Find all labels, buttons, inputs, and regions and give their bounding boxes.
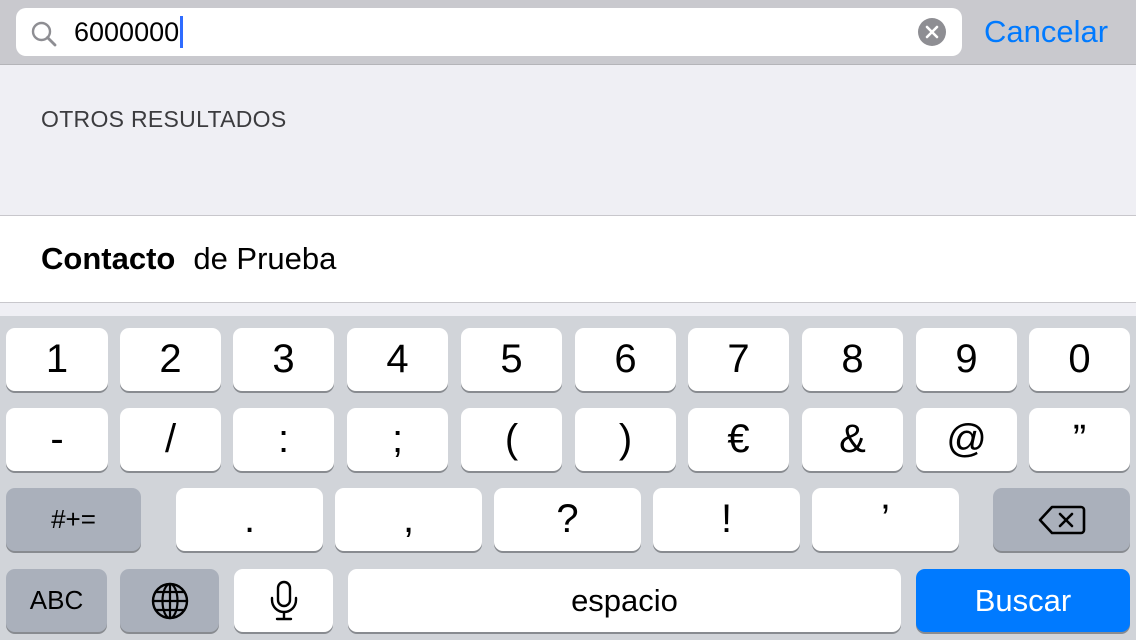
key-6[interactable]: 6: [575, 328, 676, 391]
key-4[interactable]: 4: [347, 328, 448, 391]
key-question[interactable]: ?: [494, 488, 641, 551]
delete-key[interactable]: [993, 488, 1130, 551]
key-0[interactable]: 0: [1029, 328, 1130, 391]
key-2[interactable]: 2: [120, 328, 221, 391]
microphone-icon: [269, 580, 299, 622]
cancel-button[interactable]: Cancelar: [984, 10, 1108, 54]
clear-icon[interactable]: [918, 18, 946, 46]
key-slash[interactable]: /: [120, 408, 221, 471]
key-abc[interactable]: ABC: [6, 569, 107, 632]
key-comma[interactable]: ,: [335, 488, 482, 551]
search-key[interactable]: Buscar: [916, 569, 1130, 632]
globe-icon: [150, 581, 190, 621]
key-colon[interactable]: :: [233, 408, 334, 471]
key-symbols-toggle[interactable]: #+=: [6, 488, 141, 551]
key-ampersand[interactable]: &: [802, 408, 903, 471]
text-cursor: [180, 16, 183, 48]
space-key[interactable]: espacio: [348, 569, 901, 632]
globe-key[interactable]: [120, 569, 219, 632]
key-7[interactable]: 7: [688, 328, 789, 391]
list-item[interactable]: Contacto de Prueba: [0, 215, 1136, 303]
key-9[interactable]: 9: [916, 328, 1017, 391]
key-8[interactable]: 8: [802, 328, 903, 391]
result-contact-name: Contacto de Prueba: [41, 240, 336, 278]
key-3[interactable]: 3: [233, 328, 334, 391]
key-at[interactable]: @: [916, 408, 1017, 471]
section-header-other-results: OTROS RESULTADOS: [41, 106, 287, 132]
key-period[interactable]: .: [176, 488, 323, 551]
key-semicolon[interactable]: ;: [347, 408, 448, 471]
key-open-paren[interactable]: (: [461, 408, 562, 471]
key-exclamation[interactable]: !: [653, 488, 800, 551]
dictation-key[interactable]: [234, 569, 333, 632]
search-bar: 6000000 Cancelar: [0, 0, 1136, 65]
key-hyphen[interactable]: -: [6, 408, 108, 471]
backspace-icon: [1038, 504, 1086, 536]
key-5[interactable]: 5: [461, 328, 562, 391]
result-name-bold: Contacto: [41, 241, 176, 276]
keyboard: 1 2 3 4 5 6 7 8 9 0 - / : ; ( ) € & @ ” …: [0, 316, 1136, 640]
search-input[interactable]: 6000000: [74, 16, 179, 48]
key-apostrophe[interactable]: ’: [812, 488, 959, 551]
search-field[interactable]: 6000000: [16, 8, 962, 56]
result-name-rest: de Prueba: [193, 241, 337, 276]
key-euro[interactable]: €: [688, 408, 789, 471]
search-icon: [30, 20, 58, 48]
key-quote[interactable]: ”: [1029, 408, 1130, 471]
key-close-paren[interactable]: ): [575, 408, 676, 471]
key-1[interactable]: 1: [6, 328, 108, 391]
